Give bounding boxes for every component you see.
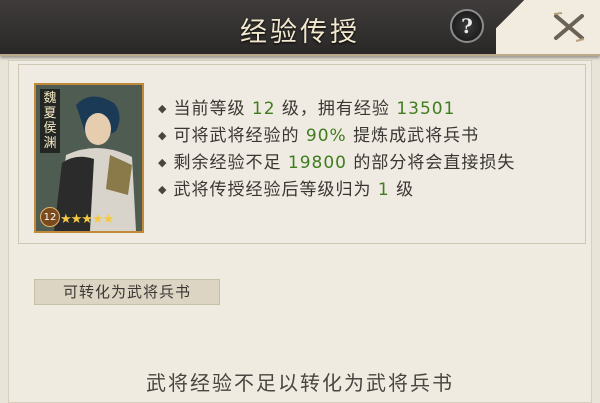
bullet-icon: ◆ bbox=[158, 183, 168, 196]
info-line-ratio: ◆ 可将武将经验的 90% 提炼成武将兵书 bbox=[158, 126, 480, 146]
close-button[interactable] bbox=[548, 6, 590, 48]
hero-name: 魏 夏 侯 渊 bbox=[40, 89, 60, 153]
bullet-icon: ◆ bbox=[158, 102, 168, 115]
hero-level-badge: 12 bbox=[40, 207, 60, 227]
info-line-level: ◆ 当前等级 12 级，拥有经验 13501 bbox=[158, 99, 456, 119]
question-icon: ? bbox=[461, 14, 473, 38]
convert-label: 可转化为武将兵书 bbox=[34, 279, 220, 305]
bullet-icon: ◆ bbox=[158, 156, 168, 169]
info-line-reset: ◆ 武将传授经验后等级归为 1 级 bbox=[158, 180, 415, 200]
help-button[interactable]: ? bbox=[450, 9, 484, 43]
bullet-icon: ◆ bbox=[158, 129, 168, 142]
info-list: ◆ 当前等级 12 级，拥有经验 13501 ◆ 可将武将经验的 90% 提炼成武将… bbox=[158, 95, 515, 203]
hero-card[interactable]: 魏 夏 侯 渊 12 ★★★★★ bbox=[34, 83, 144, 233]
close-icon bbox=[553, 12, 585, 42]
insufficient-message: 武将经验不足以转化为武将兵书 bbox=[146, 371, 454, 395]
info-line-loss: ◆ 剩余经验不足 19800 的部分将会直接损失 bbox=[158, 153, 516, 173]
hero-stars: ★★★★★ bbox=[60, 212, 114, 227]
